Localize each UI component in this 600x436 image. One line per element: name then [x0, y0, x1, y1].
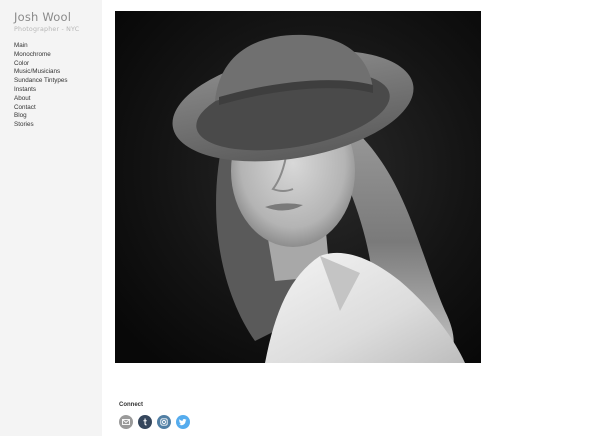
nav-item-stories[interactable]: Stories — [14, 121, 68, 130]
connect-heading: Connect — [119, 402, 143, 408]
nav-item-sundance-tintypes[interactable]: Sundance Tintypes — [14, 77, 68, 86]
sidebar: Josh Wool Photographer - NYC Main Monoch… — [0, 0, 102, 436]
nav-item-blog[interactable]: Blog — [14, 112, 68, 121]
nav-item-about[interactable]: About — [14, 95, 68, 104]
tumblr-icon — [143, 418, 147, 426]
tumblr-button[interactable] — [138, 415, 152, 429]
instagram-button[interactable] — [157, 415, 171, 429]
nav-item-music-musicians[interactable]: Music/Musicians — [14, 68, 68, 77]
portrait-photo[interactable] — [115, 11, 481, 363]
nav-item-instants[interactable]: Instants — [14, 86, 68, 95]
instagram-icon — [160, 418, 168, 426]
twitter-button[interactable] — [176, 415, 190, 429]
portrait-illustration — [115, 11, 481, 363]
mail-button[interactable] — [119, 415, 133, 429]
mail-icon — [122, 419, 130, 425]
nav-item-color[interactable]: Color — [14, 60, 68, 69]
nav-item-contact[interactable]: Contact — [14, 104, 68, 113]
site-title[interactable]: Josh Wool — [14, 10, 71, 24]
main-nav: Main Monochrome Color Music/Musicians Su… — [14, 42, 68, 130]
nav-item-main[interactable]: Main — [14, 42, 68, 51]
nav-item-monochrome[interactable]: Monochrome — [14, 51, 68, 60]
site-subtitle: Photographer - NYC — [14, 26, 80, 33]
twitter-icon — [179, 419, 187, 426]
